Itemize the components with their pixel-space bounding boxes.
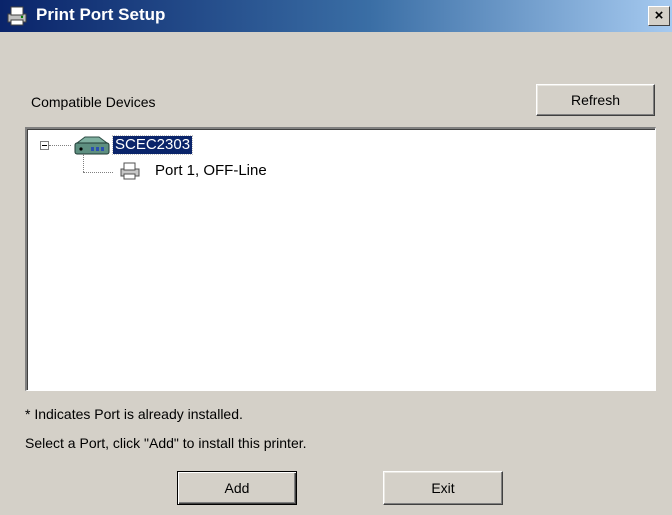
title-bar: Print Port Setup ×: [0, 0, 672, 32]
exit-button[interactable]: Exit: [383, 471, 503, 505]
collapse-toggle[interactable]: [40, 141, 49, 150]
window-title: Print Port Setup: [36, 5, 166, 24]
refresh-button[interactable]: Refresh: [536, 84, 655, 116]
tree-connector: [83, 172, 113, 173]
printer-icon: [7, 6, 27, 26]
installed-note: * Indicates Port is already installed.: [25, 406, 243, 422]
printer-icon: [120, 162, 140, 180]
tree-item-port-1[interactable]: Port 1, OFF-Line: [155, 162, 267, 179]
network-device-icon: [74, 136, 110, 155]
device-tree[interactable]: SCEC2303 Port 1, OFF-Line: [25, 127, 656, 391]
tree-connector: [83, 154, 84, 172]
close-button[interactable]: ×: [648, 6, 670, 26]
compatible-devices-label: Compatible Devices: [31, 94, 156, 110]
tree-item-scec2303[interactable]: SCEC2303: [111, 135, 194, 155]
tree-connector: [49, 145, 71, 146]
instruction-text: Select a Port, click "Add" to install th…: [25, 435, 307, 451]
add-button[interactable]: Add: [177, 471, 297, 505]
